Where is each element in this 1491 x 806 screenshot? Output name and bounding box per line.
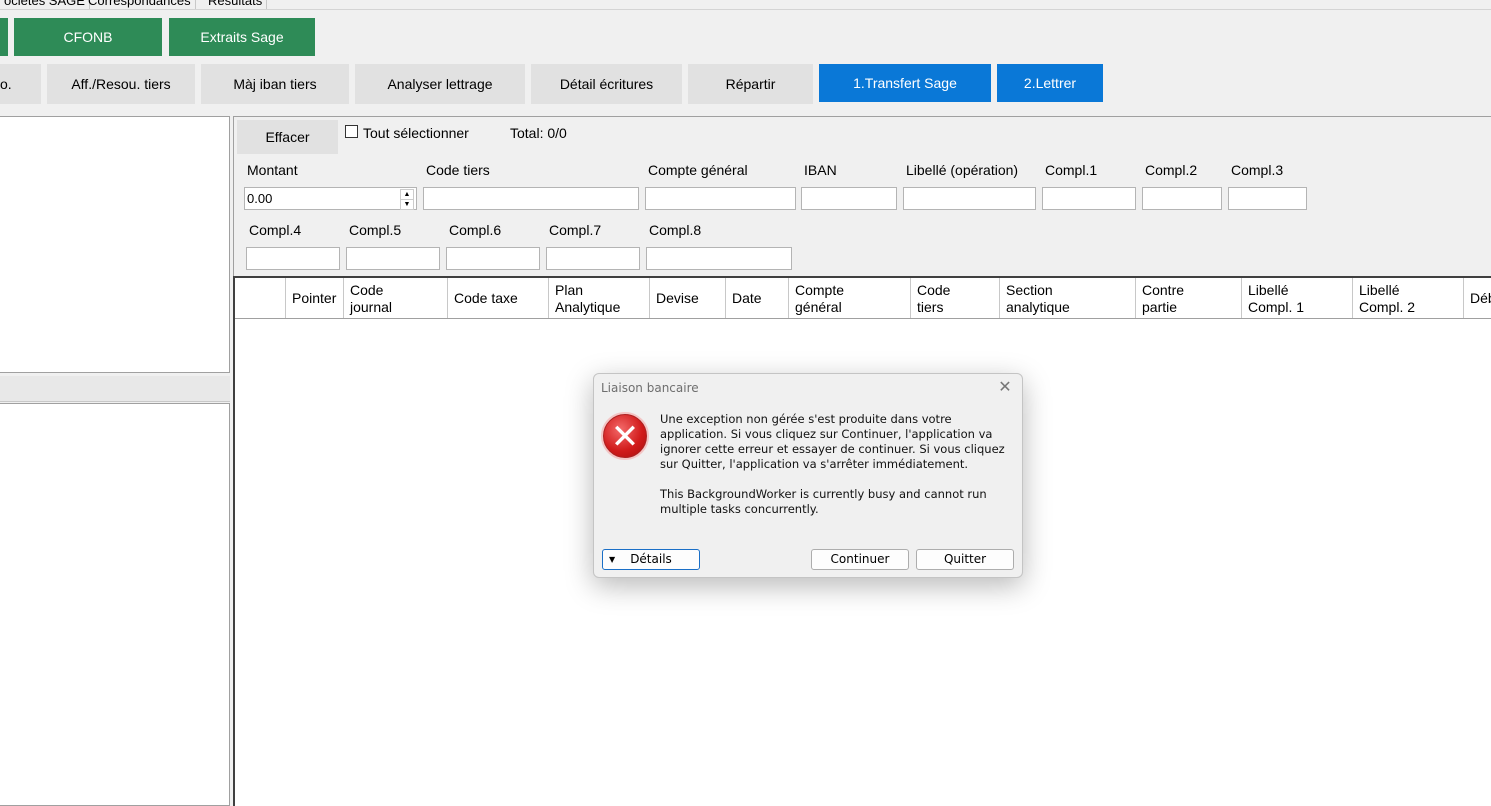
code-tiers-label: Code tiers	[426, 162, 490, 178]
compl8-label: Compl.8	[649, 222, 702, 238]
exception-detail: This BackgroundWorker is currently busy …	[660, 487, 987, 516]
cfonb-button[interactable]: CFONB	[14, 18, 162, 56]
error-icon: ✕	[601, 412, 649, 460]
select-all-label: Tout sélectionner	[363, 125, 469, 141]
lettrer-button[interactable]: 2.Lettrer	[997, 64, 1103, 102]
column-header-devise[interactable]: Devise	[650, 278, 726, 318]
column-header-contre-partie[interactable]: Contre partie	[1136, 278, 1242, 318]
green-button-partial[interactable]	[0, 18, 8, 56]
compl2-label: Compl.2	[1145, 162, 1198, 178]
error-dialog: Liaison bancaire ✕ ✕ Une exception non g…	[593, 373, 1023, 578]
montant-label: Montant	[247, 162, 298, 178]
grid-header-row: Pointer Code journal Code taxe Plan Anal…	[235, 278, 1491, 319]
compte-general-input[interactable]	[645, 187, 796, 210]
compl4-input[interactable]	[246, 247, 340, 270]
column-header-plan-analytique[interactable]: Plan Analytique	[549, 278, 650, 318]
column-header-section-analytique[interactable]: Section analytique	[1000, 278, 1136, 318]
chevron-down-icon: ▼	[609, 555, 616, 564]
filter-panel: Effacer Tout sélectionner Total: 0/0 Mon…	[233, 116, 1491, 276]
tab-resultats[interactable]: Résultats	[204, 0, 268, 9]
compl2-input[interactable]	[1142, 187, 1222, 210]
extraits-sage-button[interactable]: Extraits Sage	[169, 18, 315, 56]
details-button[interactable]: ▼ Détails	[602, 549, 700, 570]
left-splitter-header	[0, 376, 230, 402]
continue-button[interactable]: Continuer	[811, 549, 909, 570]
compl6-label: Compl.6	[449, 222, 502, 238]
tab-correspondances[interactable]: Correspondances	[84, 0, 196, 9]
column-header-code-taxe[interactable]: Code taxe	[448, 278, 549, 318]
code-tiers-input[interactable]	[423, 187, 639, 210]
stepper-down-icon[interactable]: ▼	[400, 199, 414, 210]
libelle-operation-input[interactable]	[903, 187, 1036, 210]
compl3-input[interactable]	[1228, 187, 1307, 210]
compl5-label: Compl.5	[349, 222, 402, 238]
maj-iban-tiers-button[interactable]: Màj iban tiers	[201, 64, 349, 104]
partial-button[interactable]: o.	[0, 64, 41, 104]
compl8-input[interactable]	[646, 247, 792, 270]
compl5-input[interactable]	[346, 247, 440, 270]
compl3-label: Compl.3	[1231, 162, 1284, 178]
repartir-button[interactable]: Répartir	[688, 64, 813, 104]
montant-stepper[interactable]: 0.00 ▲ ▼	[244, 187, 417, 210]
compl1-label: Compl.1	[1045, 162, 1098, 178]
column-header-debit[interactable]: Déb	[1464, 278, 1491, 318]
montant-value: 0.00	[247, 191, 273, 206]
exception-message: Une exception non gérée s'est produite d…	[660, 412, 1005, 471]
column-header-libelle-compl2[interactable]: Libellé Compl. 2	[1353, 278, 1464, 318]
details-button-label: Détails	[630, 552, 672, 566]
column-header-pointer[interactable]: Pointer	[286, 278, 344, 318]
dialog-title: Liaison bancaire	[601, 381, 699, 395]
detail-ecritures-button[interactable]: Détail écritures	[531, 64, 682, 104]
row-header-cell	[235, 278, 286, 318]
quit-button[interactable]: Quitter	[916, 549, 1014, 570]
left-list-top[interactable]	[0, 116, 230, 373]
dialog-message: Une exception non gérée s'est produite d…	[660, 412, 1010, 517]
compl4-label: Compl.4	[249, 222, 302, 238]
column-header-libelle-compl1[interactable]: Libellé Compl. 1	[1242, 278, 1353, 318]
iban-input[interactable]	[801, 187, 897, 210]
close-icon[interactable]: ✕	[996, 378, 1014, 396]
column-header-date[interactable]: Date	[726, 278, 789, 318]
effacer-button[interactable]: Effacer	[237, 120, 338, 154]
compte-general-label: Compte général	[648, 162, 748, 178]
iban-label: IBAN	[804, 162, 837, 178]
column-header-compte-general[interactable]: Compte général	[789, 278, 911, 318]
aff-resou-tiers-button[interactable]: Aff./Resou. tiers	[47, 64, 195, 104]
tab-societes-sage[interactable]: ociétés SAGE	[0, 0, 90, 9]
total-label: Total: 0/0	[510, 125, 567, 141]
compl6-input[interactable]	[446, 247, 540, 270]
libelle-operation-label: Libellé (opération)	[906, 162, 1019, 178]
compl1-input[interactable]	[1042, 187, 1136, 210]
transfert-sage-button[interactable]: 1.Transfert Sage	[819, 64, 991, 102]
select-all-checkbox[interactable]	[345, 125, 358, 138]
column-header-code-tiers[interactable]: Code tiers	[911, 278, 1000, 318]
left-list-bottom[interactable]	[0, 403, 230, 806]
compl7-input[interactable]	[546, 247, 640, 270]
column-header-code-journal[interactable]: Code journal	[344, 278, 448, 318]
compl7-label: Compl.7	[549, 222, 602, 238]
tab-strip: ociétés SAGE Correspondances Résultats	[0, 0, 1491, 10]
analyser-lettrage-button[interactable]: Analyser lettrage	[355, 64, 525, 104]
